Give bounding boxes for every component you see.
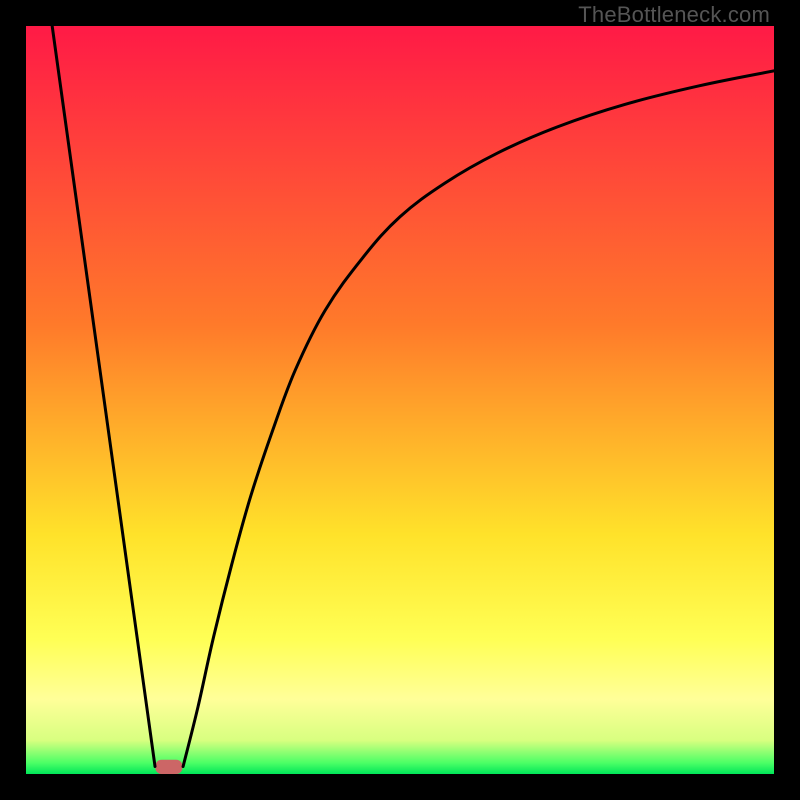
- plot-area: [26, 26, 774, 774]
- bottleneck-chart-svg: [26, 26, 774, 774]
- minimum-marker-bar: [155, 760, 182, 774]
- chart-frame: TheBottleneck.com: [0, 0, 800, 800]
- watermark-text: TheBottleneck.com: [578, 2, 770, 28]
- gradient-background: [26, 26, 774, 774]
